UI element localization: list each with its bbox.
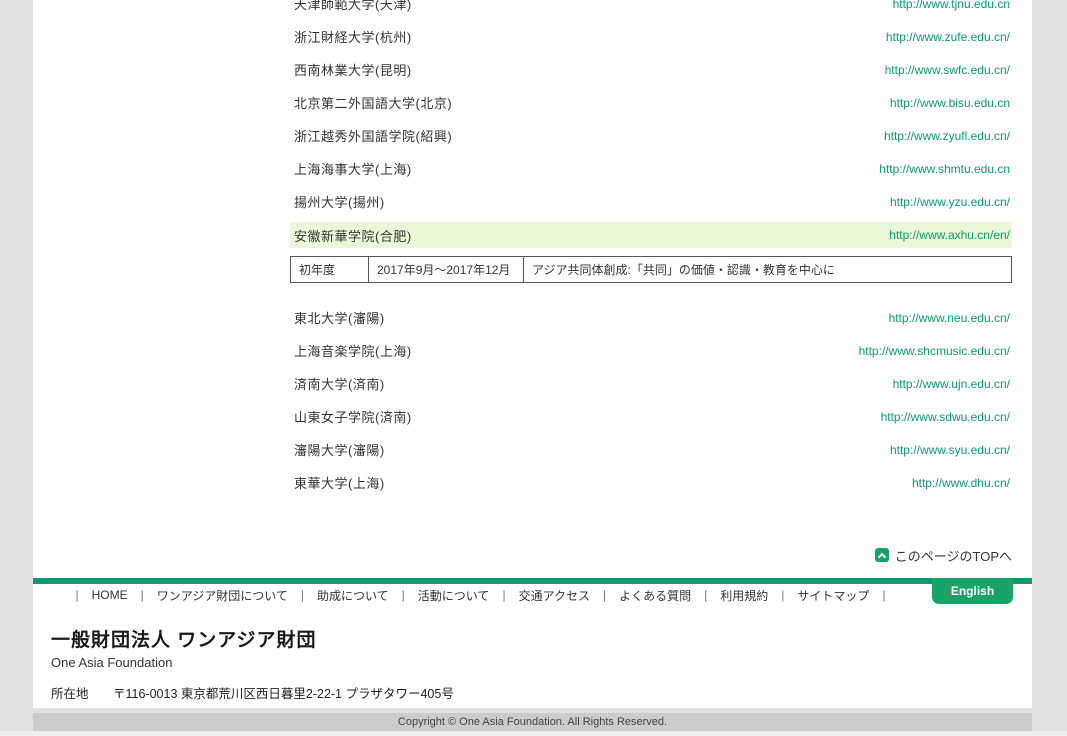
footer-nav-grants[interactable]: 助成について: [304, 587, 402, 604]
table-row: 初年度 2017年9月～2017年12月 アジア共同体創成:「共同」の価値・認識…: [291, 257, 1012, 283]
table-row: 浙江財経大学(杭州) http://www.zufe.edu.cn/: [290, 20, 1012, 53]
footer-nav-access[interactable]: 交通アクセス: [506, 587, 603, 604]
english-language-button[interactable]: English: [932, 578, 1013, 604]
detail-theme-cell: アジア共同体創成:「共同」の価値・認識・教育を中心に: [524, 257, 1012, 283]
university-name: 西南林業大学(昆明): [294, 60, 412, 79]
footer-nav-home[interactable]: HOME: [79, 588, 141, 602]
university-name: 東北大学(瀋陽): [294, 308, 385, 327]
table-row: 東華大学(上海) http://www.dhu.cn/: [290, 466, 1012, 499]
copyright-bar: Copyright © One Asia Foundation. All Rig…: [33, 713, 1032, 731]
university-list-bottom: 東北大学(瀋陽) http://www.neu.edu.cn/ 上海音楽学院(上…: [290, 301, 1012, 499]
university-list-section: 天津師範大学(天津) http://www.tjnu.edu.cn 浙江財経大学…: [290, 0, 1012, 499]
university-link[interactable]: http://www.shcmusic.edu.cn/: [859, 344, 1010, 358]
table-row: 上海音楽学院(上海) http://www.shcmusic.edu.cn/: [290, 334, 1012, 367]
university-name: 済南大学(済南): [294, 374, 385, 393]
university-name: 安徽新華学院(合肥): [294, 226, 412, 245]
bottom-strip: [0, 731, 1067, 736]
university-name: 天津師範大学(天津): [294, 0, 412, 13]
footer-nav-about[interactable]: ワンアジア財団について: [144, 587, 301, 604]
back-to-top-label: このページのTOPへ: [895, 546, 1012, 565]
university-link[interactable]: http://www.zyufl.edu.cn/: [884, 129, 1010, 143]
org-name-japanese: 一般財団法人 ワンアジア財団: [51, 625, 454, 652]
chevron-up-icon: [875, 548, 889, 562]
footer-nav-activities[interactable]: 活動について: [405, 587, 503, 604]
table-row-highlighted: 安徽新華学院(合肥) http://www.axhu.cn/en/: [290, 222, 1012, 248]
footer-nav: | HOME | ワンアジア財団について | 助成について | 活動について |…: [33, 584, 928, 606]
university-name: 東華大学(上海): [294, 473, 385, 492]
university-list-top: 天津師範大学(天津) http://www.tjnu.edu.cn 浙江財経大学…: [290, 0, 1012, 248]
university-link[interactable]: http://www.ujn.edu.cn/: [893, 377, 1010, 391]
university-name: 浙江財経大学(杭州): [294, 27, 412, 46]
university-name: 揚州大学(揚州): [294, 192, 385, 211]
table-row: 瀋陽大学(瀋陽) http://www.syu.edu.cn/: [290, 433, 1012, 466]
org-name-english: One Asia Foundation: [51, 655, 454, 670]
org-address-block: 所在地 〒116-0013 東京都荒川区西日暮里2-22-1 プラザタワー405…: [51, 683, 454, 708]
university-name: 上海音楽学院(上海): [294, 341, 412, 360]
footer-nav-terms[interactable]: 利用規約: [707, 587, 781, 604]
university-link[interactable]: http://www.shmtu.edu.cn: [879, 162, 1010, 176]
university-name: 浙江越秀外国語学院(紹興): [294, 126, 452, 145]
address-value: 〒116-0013 東京都荒川区西日暮里2-22-1 プラザタワー405号: [113, 683, 454, 702]
table-row: 揚州大学(揚州) http://www.yzu.edu.cn/: [290, 185, 1012, 218]
university-link[interactable]: http://www.axhu.cn/en/: [889, 228, 1010, 242]
university-link[interactable]: http://www.bisu.edu.cn: [890, 96, 1010, 110]
university-link[interactable]: http://www.syu.edu.cn/: [890, 443, 1010, 457]
table-row: 北京第二外国語大学(北京) http://www.bisu.edu.cn: [290, 86, 1012, 119]
table-row: 済南大学(済南) http://www.ujn.edu.cn/: [290, 367, 1012, 400]
back-to-top-link[interactable]: このページのTOPへ: [875, 545, 1012, 565]
table-row: 上海海事大学(上海) http://www.shmtu.edu.cn: [290, 152, 1012, 185]
university-link[interactable]: http://www.neu.edu.cn/: [889, 311, 1010, 325]
footer-nav-faq[interactable]: よくある質問: [606, 587, 704, 604]
first-year-detail-table: 初年度 2017年9月～2017年12月 アジア共同体創成:「共同」の価値・認識…: [290, 256, 1012, 283]
university-link[interactable]: http://www.tjnu.edu.cn: [893, 0, 1010, 11]
address-row: 所在地 〒116-0013 東京都荒川区西日暮里2-22-1 プラザタワー405…: [51, 683, 454, 702]
university-name: 上海海事大学(上海): [294, 159, 412, 178]
table-row: 東北大学(瀋陽) http://www.neu.edu.cn/: [290, 301, 1012, 334]
university-name: 北京第二外国語大学(北京): [294, 93, 452, 112]
detail-period-cell: 2017年9月～2017年12月: [369, 257, 524, 283]
detail-label-cell: 初年度: [291, 257, 369, 283]
table-row: 西南林業大学(昆明) http://www.swfc.edu.cn/: [290, 53, 1012, 86]
university-name: 山東女子学院(済南): [294, 407, 412, 426]
university-link[interactable]: http://www.zufe.edu.cn/: [886, 30, 1010, 44]
university-link[interactable]: http://www.sdwu.edu.cn/: [881, 410, 1010, 424]
footer-org-block: 一般財団法人 ワンアジア財団 One Asia Foundation 所在地 〒…: [51, 625, 454, 708]
page-content: 天津師範大学(天津) http://www.tjnu.edu.cn 浙江財経大学…: [33, 0, 1032, 708]
table-row: 浙江越秀外国語学院(紹興) http://www.zyufl.edu.cn/: [290, 119, 1012, 152]
table-row: 天津師範大学(天津) http://www.tjnu.edu.cn: [290, 0, 1012, 20]
university-name: 瀋陽大学(瀋陽): [294, 440, 385, 459]
nav-separator: |: [882, 588, 885, 602]
university-link[interactable]: http://www.yzu.edu.cn/: [890, 195, 1010, 209]
table-row: 山東女子学院(済南) http://www.sdwu.edu.cn/: [290, 400, 1012, 433]
university-link[interactable]: http://www.dhu.cn/: [912, 476, 1010, 490]
university-link[interactable]: http://www.swfc.edu.cn/: [885, 63, 1010, 77]
page-viewport: 天津師範大学(天津) http://www.tjnu.edu.cn 浙江財経大学…: [0, 0, 1067, 736]
address-label: 所在地: [51, 683, 97, 702]
footer-nav-sitemap[interactable]: サイトマップ: [784, 587, 882, 604]
